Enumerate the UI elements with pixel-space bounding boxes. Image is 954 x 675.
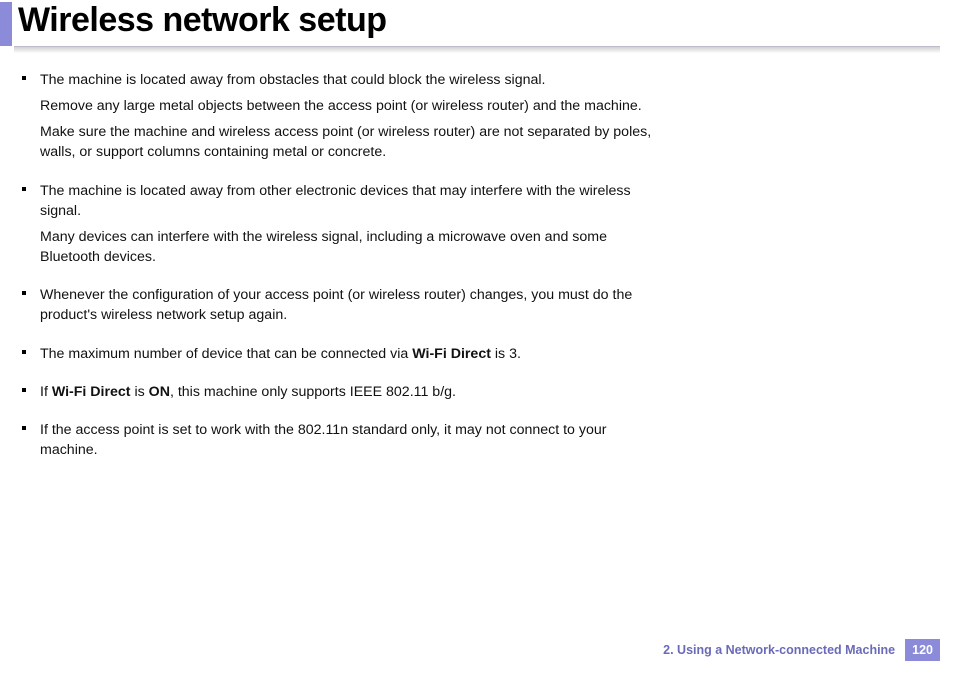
bullet-item: The maximum number of device that can be…	[40, 344, 654, 364]
content-area: The machine is located away from obstacl…	[0, 56, 954, 460]
bullet-item: The machine is located away from other e…	[40, 181, 654, 268]
title-accent	[0, 2, 12, 46]
body-text: , this machine only supports IEEE 802.11…	[170, 384, 456, 400]
bullet-paragraph: Remove any large metal objects between t…	[40, 96, 654, 116]
page-title: Wireless network setup	[18, 2, 386, 39]
bullet-paragraph: If the access point is set to work with …	[40, 420, 654, 460]
title-bar: Wireless network setup	[0, 0, 954, 46]
body-text: If	[40, 384, 52, 400]
bullet-paragraph: The machine is located away from other e…	[40, 181, 654, 221]
document-page: Wireless network setup The machine is lo…	[0, 0, 954, 675]
body-text: The machine is located away from other e…	[40, 183, 631, 219]
bullet-dot-icon	[22, 350, 26, 354]
bullet-list: The machine is located away from obstacl…	[40, 70, 654, 460]
footer-page-number: 120	[905, 639, 940, 661]
bullet-dot-icon	[22, 291, 26, 295]
bullet-paragraph: Make sure the machine and wireless acces…	[40, 122, 654, 162]
bullet-item: If the access point is set to work with …	[40, 420, 654, 460]
bold-text: ON	[149, 384, 170, 400]
bullet-paragraph: Many devices can interfere with the wire…	[40, 227, 654, 267]
body-text: is 3.	[491, 346, 521, 362]
bullet-paragraph: The maximum number of device that can be…	[40, 344, 654, 364]
bold-text: Wi-Fi Direct	[412, 346, 491, 362]
footer-section-label: 2. Using a Network-connected Machine	[663, 643, 895, 657]
body-text: The maximum number of device that can be…	[40, 346, 412, 362]
bullet-item: Whenever the configuration of your acces…	[40, 285, 654, 325]
bullet-paragraph: If Wi-Fi Direct is ON, this machine only…	[40, 382, 654, 402]
bullet-dot-icon	[22, 388, 26, 392]
bullet-dot-icon	[22, 426, 26, 430]
bullet-dot-icon	[22, 187, 26, 191]
body-text: The machine is located away from obstacl…	[40, 72, 545, 88]
body-text: Remove any large metal objects between t…	[40, 98, 642, 114]
body-text: If the access point is set to work with …	[40, 422, 607, 458]
bullet-item: The machine is located away from obstacl…	[40, 70, 654, 163]
bullet-paragraph: Whenever the configuration of your acces…	[40, 285, 654, 325]
body-text: Many devices can interfere with the wire…	[40, 229, 607, 265]
bullet-item: If Wi-Fi Direct is ON, this machine only…	[40, 382, 654, 402]
bullet-paragraph: The machine is located away from obstacl…	[40, 70, 654, 90]
footer: 2. Using a Network-connected Machine 120	[663, 639, 940, 661]
bold-text: Wi-Fi Direct	[52, 384, 131, 400]
body-text: Whenever the configuration of your acces…	[40, 287, 632, 323]
title-rule	[14, 46, 940, 56]
bullet-dot-icon	[22, 76, 26, 80]
body-text: Make sure the machine and wireless acces…	[40, 124, 651, 160]
body-text: is	[131, 384, 149, 400]
